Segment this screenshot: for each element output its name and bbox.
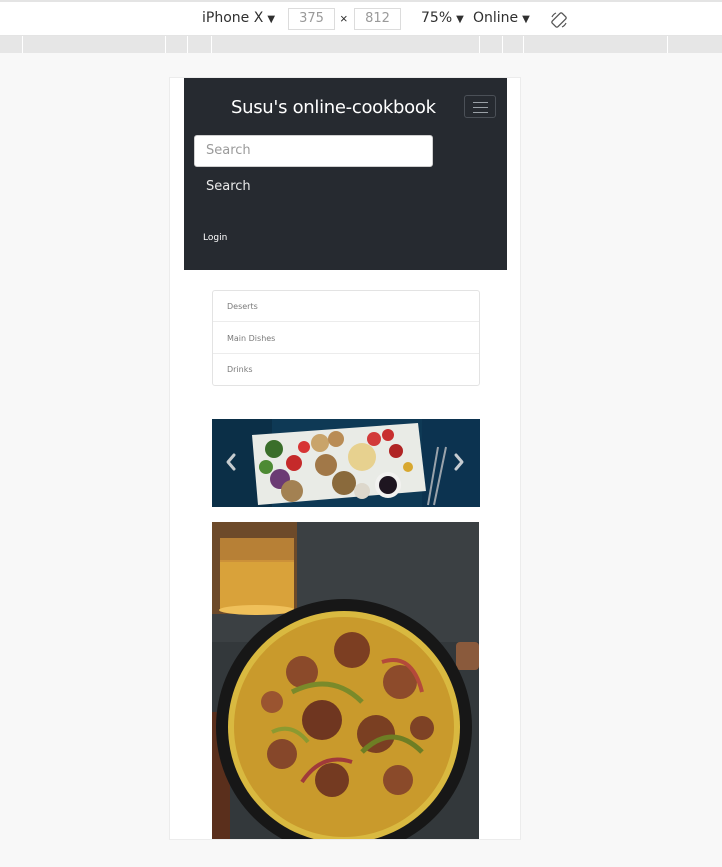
hamburger-icon bbox=[473, 107, 488, 108]
chevron-down-icon: ▼ bbox=[522, 14, 530, 25]
network-select-label: Online bbox=[473, 10, 519, 26]
ruler-segment bbox=[667, 36, 668, 53]
ruler-segment bbox=[502, 36, 503, 53]
brand-title[interactable]: Susu's online-cookbook bbox=[231, 97, 436, 118]
category-item-drinks[interactable]: Drinks bbox=[213, 354, 479, 385]
chevron-down-icon: ▼ bbox=[456, 14, 464, 25]
hamburger-icon bbox=[473, 102, 488, 103]
media-query-bar[interactable] bbox=[0, 36, 722, 53]
image-carousel[interactable] bbox=[212, 419, 480, 507]
ruler-segment bbox=[165, 36, 166, 53]
carousel-next-button[interactable] bbox=[450, 449, 468, 475]
device-viewport: Susu's online-cookbook Search Search Log… bbox=[169, 77, 521, 840]
ruler-segment bbox=[22, 36, 23, 53]
paella-pan-image bbox=[212, 522, 479, 839]
ruler-segment bbox=[211, 36, 212, 53]
carousel-food-platter-image bbox=[212, 419, 480, 507]
category-item-main-dishes[interactable]: Main Dishes bbox=[213, 323, 479, 354]
chevron-right-icon bbox=[454, 453, 464, 471]
height-input[interactable]: 812 bbox=[354, 8, 401, 30]
chevron-left-icon bbox=[226, 453, 236, 471]
search-button[interactable]: Search bbox=[206, 179, 251, 194]
carousel-prev-button[interactable] bbox=[222, 449, 240, 475]
device-select[interactable]: iPhone X ▼ bbox=[202, 10, 275, 26]
category-list: Deserts Main Dishes Drinks bbox=[212, 290, 480, 386]
menu-toggle-button[interactable] bbox=[464, 95, 496, 118]
network-select[interactable]: Online ▼ bbox=[473, 10, 530, 26]
hamburger-icon bbox=[473, 112, 488, 113]
navbar: Susu's online-cookbook Search Search Log… bbox=[184, 78, 507, 270]
zoom-select[interactable]: 75% ▼ bbox=[421, 10, 464, 26]
ruler-segment bbox=[479, 36, 480, 53]
main-dish-image bbox=[212, 522, 479, 839]
login-link[interactable]: Login bbox=[203, 233, 227, 243]
ruler-segment bbox=[187, 36, 188, 53]
dimension-separator: × bbox=[340, 11, 348, 26]
chevron-down-icon: ▼ bbox=[267, 14, 276, 25]
width-input[interactable]: 375 bbox=[288, 8, 335, 30]
ruler-segment bbox=[523, 36, 524, 53]
zoom-select-label: 75% bbox=[421, 10, 453, 26]
device-toolbar: iPhone X ▼ 375 × 812 75% ▼ Online ▼ bbox=[0, 0, 722, 36]
search-input[interactable]: Search bbox=[194, 135, 433, 167]
rotate-icon[interactable] bbox=[550, 11, 568, 29]
category-item-deserts[interactable]: Deserts bbox=[213, 291, 479, 322]
device-select-label: iPhone X bbox=[202, 10, 264, 26]
